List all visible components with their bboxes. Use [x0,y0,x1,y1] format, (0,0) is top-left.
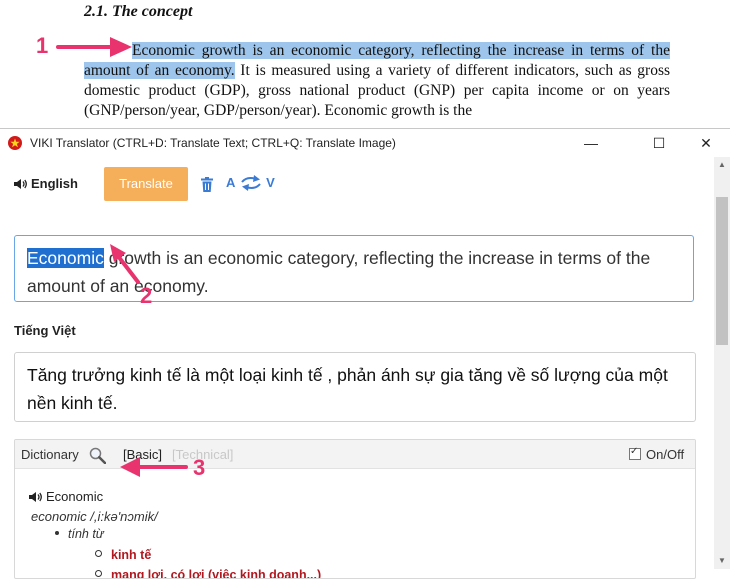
vertical-scrollbar[interactable]: ▲ ▼ [714,157,730,569]
maximize-button[interactable]: ☐ [636,129,682,157]
annotation-number-3: 3 [193,455,206,480]
dictionary-panel: Dictionary [Basic] [Technical] On/Off Ec… [14,439,696,579]
window-title: VIKI Translator (CTRL+D: Translate Text;… [30,136,396,150]
scroll-down-arrow-icon[interactable]: ▼ [714,553,730,569]
entry-part-of-speech: tính từ [55,527,104,541]
entry-pronunciation: economic /,i:kə'nɔmik/ [31,509,158,524]
scroll-up-arrow-icon[interactable]: ▲ [714,157,730,173]
app-logo-icon [8,136,22,150]
swap-to-label: V [266,175,275,190]
bullet-icon [55,531,59,535]
circle-bullet-icon [95,550,102,557]
scroll-thumb[interactable] [716,197,728,345]
entry-sense: kinh tế [95,548,151,562]
dictionary-label: Dictionary [21,447,79,462]
dictionary-header: Dictionary [Basic] [Technical] On/Off [15,440,695,469]
source-language[interactable]: English [14,176,78,191]
annotation-arrow-3 [120,457,188,477]
sense-text: mang lợi, có lợi (việc kinh doanh...) [111,568,322,579]
swap-languages-button[interactable]: A V [226,175,275,191]
translator-window: VIKI Translator (CTRL+D: Translate Text;… [0,128,730,579]
translator-content: English Translate A V Economic growth is… [0,157,714,579]
entry-speaker-icon[interactable] [29,491,43,503]
annotation-arrow-1 [56,37,132,57]
trash-icon[interactable] [201,177,213,192]
close-button[interactable]: ✕ [683,129,729,157]
minimize-button[interactable]: — [568,129,614,157]
document-heading: 2.1. The concept [84,3,193,20]
entry-sense: mang lợi, có lợi (việc kinh doanh...) [95,568,322,579]
annotation-number-1: 1 [36,33,49,58]
onoff-checkbox[interactable] [629,446,641,460]
speaker-icon[interactable] [14,178,28,190]
title-bar[interactable]: VIKI Translator (CTRL+D: Translate Text;… [0,129,730,157]
annotation-arrow-2 [110,244,140,284]
translate-button[interactable]: Translate [104,167,188,201]
background-document: 2.1. The concept Economic growth is an e… [0,0,730,126]
entry-word: Economic [29,489,103,504]
magnifier-icon[interactable] [89,447,106,464]
circle-bullet-icon [95,570,102,577]
document-paragraph: Economic growth is an economic category,… [84,41,670,121]
annotation-number-2: 2 [140,283,153,308]
entry-word-label: Economic [46,489,104,504]
swap-arrows-icon [240,175,261,191]
part-of-speech-label: tính từ [68,527,104,541]
dictionary-toggle[interactable]: On/Off [629,446,685,462]
swap-from-label: A [226,175,235,190]
translation-output[interactable]: Tăng trưởng kinh tế là một loại kinh tế … [14,352,696,422]
onoff-label: On/Off [646,447,685,462]
sense-text: kinh tế [111,548,152,562]
target-language-label: Tiếng Việt [14,323,76,338]
source-language-label: English [31,176,78,191]
selected-word: Economic [27,248,104,268]
